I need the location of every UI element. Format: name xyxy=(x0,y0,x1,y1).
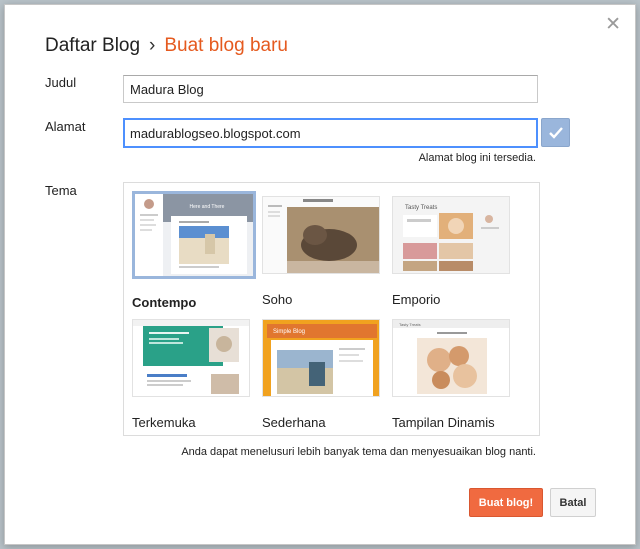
address-input[interactable] xyxy=(123,118,538,148)
title-label: Judul xyxy=(45,75,77,90)
close-icon[interactable]: ✕ xyxy=(605,15,621,34)
theme-soho-thumbnail xyxy=(262,196,380,274)
thumb-sederhana-header: Simple Blog xyxy=(273,329,305,335)
breadcrumb-separator: › xyxy=(149,35,156,56)
theme-sederhana-thumbnail: Simple Blog xyxy=(262,319,380,397)
theme-name: Emporio xyxy=(392,292,441,307)
theme-picker: Here and There Contempo Soho Tasty Treat… xyxy=(123,182,540,436)
title-input[interactable] xyxy=(123,75,538,103)
theme-contempo-thumbnail: Here and There xyxy=(132,191,256,279)
thumb-dinamis-header: Tasty Treats xyxy=(399,322,421,327)
theme-name: Contempo xyxy=(132,295,197,310)
theme-soho[interactable]: Soho xyxy=(262,196,380,307)
address-label: Alamat xyxy=(45,119,86,134)
theme-name: Tampilan Dinamis xyxy=(392,415,495,430)
cancel-button[interactable]: Batal xyxy=(550,488,596,517)
theme-tampilan-dinamis-thumbnail: Tasty Treats xyxy=(392,319,510,397)
breadcrumb-root[interactable]: Daftar Blog xyxy=(45,35,140,56)
create-blog-button[interactable]: Buat blog! xyxy=(469,488,543,517)
thumb-emporio-header: Tasty Treats xyxy=(405,205,437,211)
theme-name: Sederhana xyxy=(262,415,326,430)
create-blog-dialog: ✕ Daftar Blog › Buat blog baru Judul Alama… xyxy=(4,4,636,545)
theme-name: Soho xyxy=(262,292,293,307)
theme-terkemuka-thumbnail xyxy=(132,319,250,397)
theme-sederhana[interactable]: Simple Blog Sederhana xyxy=(262,319,380,430)
page-title: Buat blog baru xyxy=(164,35,288,56)
theme-label: Tema xyxy=(45,183,77,198)
availability-message: Alamat blog ini tersedia. xyxy=(418,152,536,164)
thumb-contempo-header: Here and There xyxy=(190,204,225,210)
theme-name: Terkemuka xyxy=(132,415,196,430)
theme-tampilan-dinamis[interactable]: Tasty Treats Tampilan Dinamis xyxy=(392,319,510,430)
theme-hint: Anda dapat menelusuri lebih banyak tema … xyxy=(181,446,536,458)
breadcrumb: Daftar Blog › Buat blog baru xyxy=(45,35,288,57)
theme-emporio[interactable]: Tasty Treats Emporio xyxy=(392,196,510,307)
check-address-button[interactable] xyxy=(541,118,570,147)
theme-terkemuka[interactable]: Terkemuka xyxy=(132,319,250,430)
theme-emporio-thumbnail: Tasty Treats xyxy=(392,196,510,274)
check-icon xyxy=(548,126,563,139)
theme-contempo[interactable]: Here and There Contempo xyxy=(132,191,256,310)
